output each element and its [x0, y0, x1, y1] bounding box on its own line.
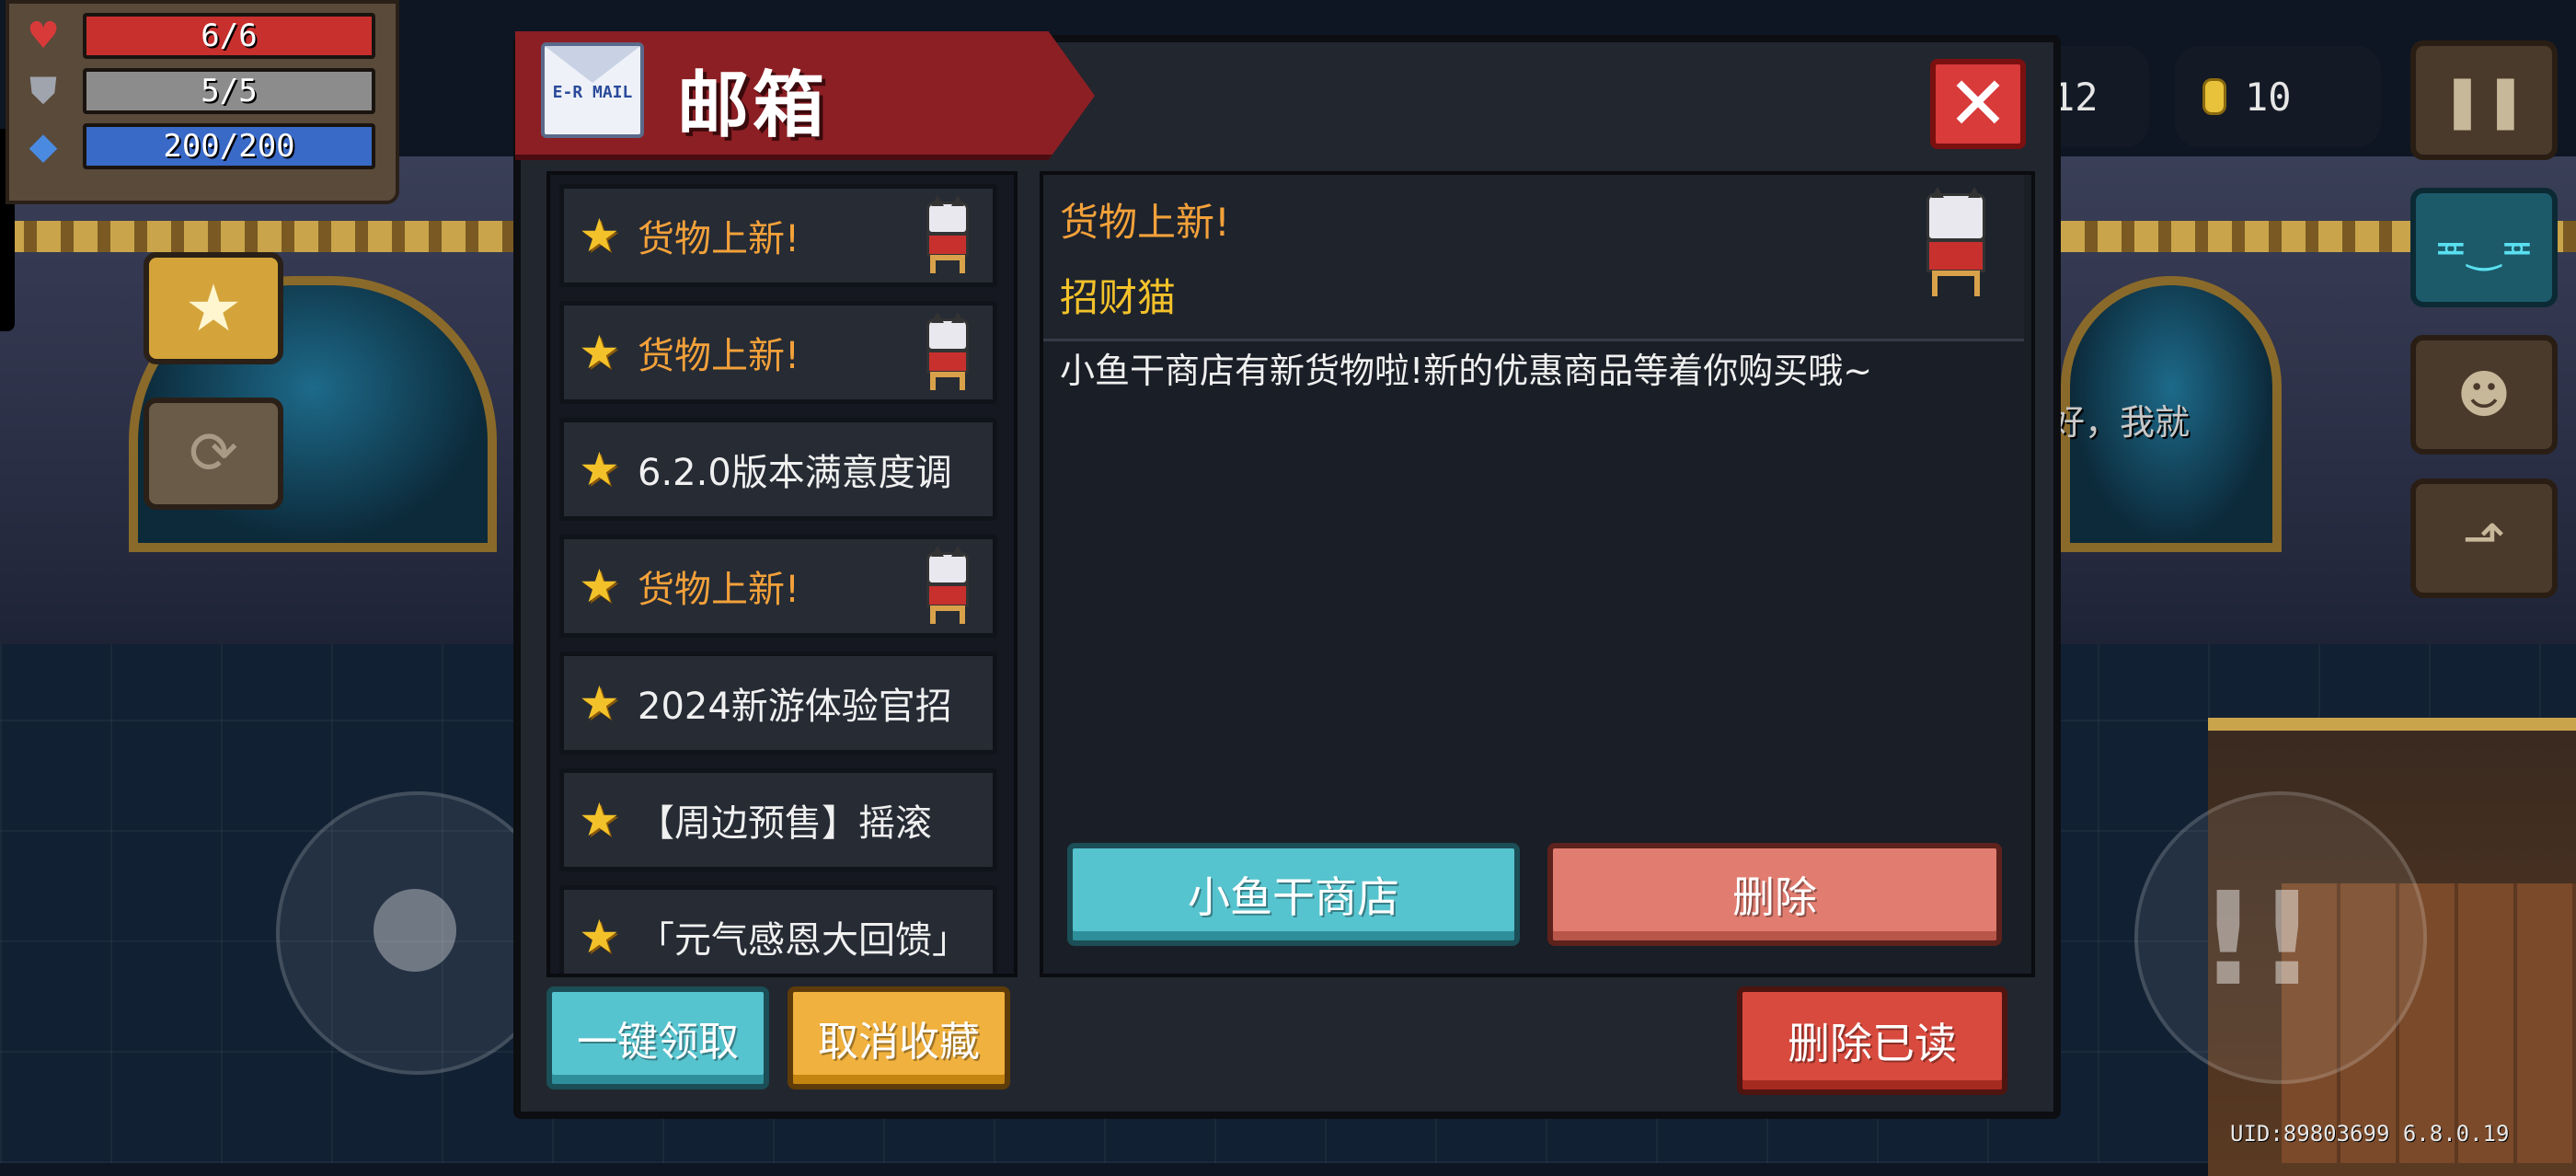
star-icon: ★ — [579, 326, 620, 379]
profile-button[interactable]: ☻ — [2410, 335, 2558, 455]
mail-item-title: 【周边预售】摇滚 — [638, 802, 932, 845]
star-icon: ★ — [579, 559, 620, 613]
energy-diamond-icon: ◆ — [29, 125, 58, 167]
mail-item[interactable]: ★ 货物上新! — [559, 301, 997, 404]
chat-icon: ≖‿≖ — [2433, 224, 2535, 271]
fish-shop-button-label: 小鱼干商店 — [1188, 872, 1399, 922]
exit-icon: ⬏ — [2462, 508, 2506, 569]
mail-list[interactable]: ★ 货物上新! ★ 货物上新! ★ 6.2.0版本满意度调 ★ 货物上新! ★ … — [546, 171, 1018, 977]
coin-icon — [2202, 78, 2226, 115]
star-icon: ★ — [579, 793, 620, 847]
mail-envelope-icon: E-R MAIL — [541, 42, 644, 138]
delete-button-label: 删除 — [1732, 872, 1817, 922]
unfavorite-button[interactable]: 取消收藏 — [788, 986, 1010, 1090]
envelope-flap — [545, 46, 640, 83]
star-icon: ★ — [579, 443, 620, 496]
pause-button[interactable]: ❚❚ — [2410, 40, 2558, 160]
lucky-cat-icon — [923, 546, 972, 626]
lucky-cat-icon — [1923, 187, 1991, 300]
hp-bar: 6/6 — [83, 13, 375, 59]
energy-bar: 200/200 — [83, 123, 375, 169]
skill-button[interactable]: ★ — [144, 252, 283, 364]
mail-item-title: 「元气感恩大回馈」 — [638, 919, 969, 962]
delete-read-button-label: 删除已读 — [1788, 1019, 1957, 1068]
close-icon: ✕ — [1947, 61, 2009, 146]
coin-count: 10 — [2245, 74, 2292, 120]
mail-item[interactable]: ★ 货物上新! — [559, 535, 997, 638]
close-button[interactable]: ✕ — [1930, 59, 2026, 149]
fish-shop-button[interactable]: 小鱼干商店 — [1067, 843, 1520, 946]
armor-value: 5/5 — [201, 73, 258, 110]
mailbox-title: 邮箱 — [677, 64, 829, 147]
unfavorite-button-label: 取消收藏 — [818, 1019, 980, 1066]
background-dialogue-text: 好，我就 — [2050, 402, 2191, 443]
star-icon: ★ — [579, 676, 620, 730]
mail-item[interactable]: ★ 「元气感恩大回馈」 — [559, 885, 997, 974]
mail-detail-sender: 招财猫 — [1060, 275, 1177, 320]
chat-button[interactable]: ≖‿≖ — [2410, 188, 2558, 307]
attack-icon: !! — [2199, 865, 2317, 1015]
uid-version-label: UID:89803699 6.8.0.19 — [2230, 1121, 2510, 1147]
mail-item[interactable]: ★ 货物上新! — [559, 184, 997, 287]
delete-button[interactable]: 删除 — [1547, 843, 2002, 946]
mail-item-title: 货物上新! — [638, 218, 800, 260]
claim-all-button-label: 一键领取 — [577, 1019, 739, 1066]
mail-item[interactable]: ★ 【周边预售】摇滚 — [559, 768, 997, 871]
swap-weapon-button[interactable]: ⟳ — [144, 398, 283, 510]
star-icon: ★ — [184, 271, 243, 346]
lucky-cat-icon — [923, 312, 972, 392]
pause-icon: ❚❚ — [2441, 70, 2527, 131]
hp-value: 6/6 — [201, 17, 258, 54]
mail-item[interactable]: ★ 6.2.0版本满意度调 — [559, 418, 997, 521]
mail-item-title: 6.2.0版本满意度调 — [638, 452, 952, 494]
mail-item-title: 货物上新! — [638, 335, 800, 377]
claim-all-button[interactable]: 一键领取 — [546, 986, 769, 1090]
shield-icon: ⛊ — [29, 70, 57, 112]
star-icon: ★ — [579, 910, 620, 963]
energy-value: 200/200 — [163, 128, 295, 165]
mail-detail-body: 小鱼干商店有新货物啦!新的优惠商品等着你购买哦~ — [1060, 351, 1873, 391]
mail-detail-title: 货物上新! — [1060, 200, 1230, 245]
swap-icon: ⟳ — [189, 420, 238, 488]
joystick-knob[interactable] — [374, 889, 456, 972]
profile-icon: ☻ — [2456, 364, 2512, 425]
mail-item-title: 货物上新! — [638, 569, 800, 611]
heart-icon: ♥ — [27, 15, 60, 57]
exit-button[interactable]: ⬏ — [2410, 478, 2558, 598]
mail-item[interactable]: ★ 2024新游体验官招 — [559, 651, 997, 755]
lucky-cat-icon — [923, 195, 972, 275]
mail-icon-label: E-R MAIL — [552, 83, 633, 102]
mail-item-title: 2024新游体验官招 — [638, 686, 952, 728]
coin-counter: 10 — [2175, 46, 2381, 147]
star-icon: ★ — [579, 209, 620, 262]
delete-read-button[interactable]: 删除已读 — [1737, 986, 2007, 1095]
armor-bar: 5/5 — [83, 68, 375, 114]
